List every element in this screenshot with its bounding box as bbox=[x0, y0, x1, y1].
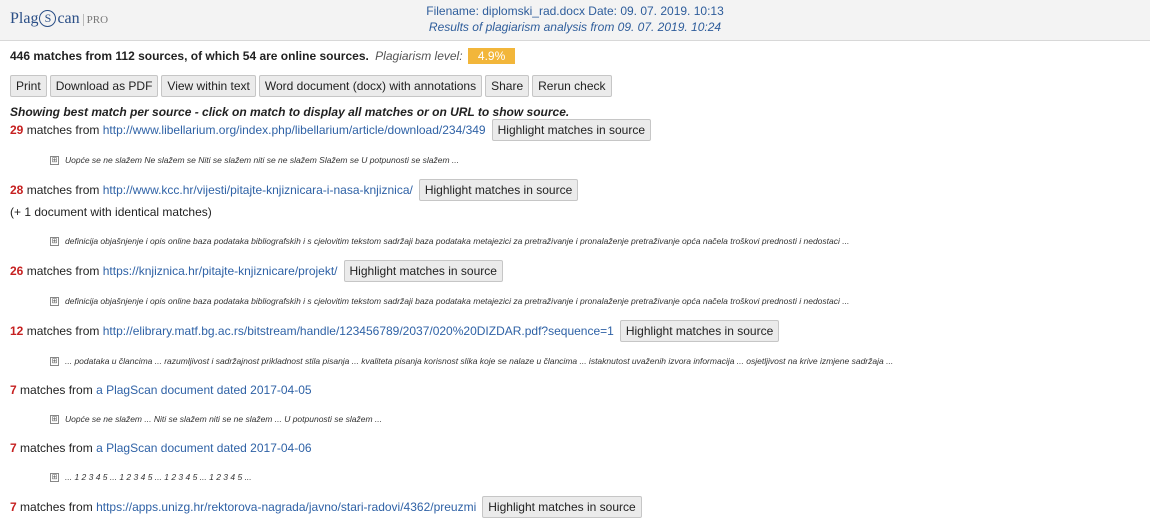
matches-from-label: matches from bbox=[26, 123, 100, 137]
match-count[interactable]: 7 bbox=[10, 441, 17, 455]
view-within-text-button[interactable]: View within text bbox=[161, 75, 256, 97]
source-link[interactable]: http://www.kcc.hr/vijesti/pitajte-knjizn… bbox=[103, 183, 413, 197]
source-entry: 7 matches from a PlagScan document dated… bbox=[10, 380, 1140, 429]
match-count[interactable]: 7 bbox=[10, 500, 17, 514]
match-excerpt: ⊞ ... 1 2 3 4 5 ... 1 2 3 4 5 ... 1 2 3 4… bbox=[50, 467, 1140, 487]
expand-icon[interactable]: ⊞ bbox=[50, 415, 59, 425]
file-info: Filename: diplomski_rad.docx Date: 09. 0… bbox=[0, 3, 1150, 35]
excerpt-text: Uopće se ne slažem ... Niti se slažem ni… bbox=[65, 414, 382, 424]
source-entry: 12 matches from http://elibrary.matf.bg.… bbox=[10, 320, 1140, 371]
plagiarism-level-badge: 4.9% bbox=[467, 48, 516, 64]
match-excerpt: ⊞ definicija objašnjenje i opis online ba… bbox=[50, 291, 1140, 311]
match-excerpt: ⊞ Uopće se ne slažem Ne slažem se Niti se… bbox=[50, 150, 1140, 170]
summary-text: 446 matches from 112 sources, of which 5… bbox=[10, 49, 369, 63]
source-header: 7 matches from a PlagScan document dated… bbox=[10, 438, 1140, 458]
source-entry: 26 matches from https://knjiznica.hr/pit… bbox=[10, 260, 1140, 311]
action-toolbar: Print Download as PDF View within text W… bbox=[10, 75, 1140, 97]
source-entry: 28 matches from http://www.kcc.hr/vijest… bbox=[10, 179, 1140, 251]
header-bar: Plag Scan PRO Filename: diplomski_rad.docx… bbox=[0, 0, 1150, 41]
matches-from-label: matches from bbox=[26, 324, 100, 338]
expand-icon[interactable]: ⊞ bbox=[50, 156, 59, 166]
excerpt-text: definicija objašnjenje i opis online baz… bbox=[65, 296, 850, 306]
match-count[interactable]: 29 bbox=[10, 123, 23, 137]
best-match-note: Showing best match per source - click on… bbox=[10, 105, 570, 119]
results-line: Results of plagiarism analysis from 09. … bbox=[428, 20, 722, 34]
expand-icon[interactable]: ⊞ bbox=[50, 237, 59, 247]
matches-from-label: matches from bbox=[20, 441, 93, 455]
source-link[interactable]: http://elibrary.matf.bg.ac.rs/bitstream/… bbox=[103, 324, 614, 338]
highlight-matches-button[interactable]: Highlight matches in source bbox=[491, 119, 652, 141]
highlight-matches-button[interactable]: Highlight matches in source bbox=[619, 320, 780, 342]
matches-from-label: matches from bbox=[26, 264, 100, 278]
share-button[interactable]: Share bbox=[485, 75, 530, 97]
match-count[interactable]: 26 bbox=[10, 264, 23, 278]
matches-from-label: matches from bbox=[26, 183, 100, 197]
excerpt-text: definicija objašnjenje i opis online baz… bbox=[65, 236, 850, 246]
source-link[interactable]: http://www.libellarium.org/index.php/lib… bbox=[103, 123, 486, 137]
expand-icon[interactable]: ⊞ bbox=[50, 297, 59, 307]
matches-from-label: matches from bbox=[20, 383, 93, 397]
matches-from-label: matches from bbox=[20, 500, 93, 514]
expand-icon[interactable]: ⊞ bbox=[50, 357, 59, 367]
source-entry: 29 matches from http://www.libellarium.o… bbox=[10, 119, 1140, 170]
source-header: 12 matches from http://elibrary.matf.bg.… bbox=[10, 320, 1140, 342]
source-link[interactable]: a PlagScan document dated 2017-04-06 bbox=[96, 441, 312, 455]
source-header: 29 matches from http://www.libellarium.o… bbox=[10, 119, 1140, 141]
expand-icon[interactable]: ⊞ bbox=[50, 473, 59, 483]
source-header: 28 matches from http://www.kcc.hr/vijest… bbox=[10, 179, 1140, 201]
source-entry: 7 matches from a PlagScan document dated… bbox=[10, 438, 1140, 487]
report-content: 446 matches from 112 sources, of which 5… bbox=[0, 48, 1150, 518]
source-header: 26 matches from https://knjiznica.hr/pit… bbox=[10, 260, 1140, 282]
excerpt-text: Uopće se ne slažem Ne slažem se Niti se … bbox=[65, 155, 459, 165]
match-count[interactable]: 7 bbox=[10, 383, 17, 397]
filename-date-line: Filename: diplomski_rad.docx Date: 09. 0… bbox=[426, 4, 724, 18]
match-count[interactable]: 28 bbox=[10, 183, 23, 197]
summary-line: 446 matches from 112 sources, of which 5… bbox=[10, 48, 1140, 64]
word-docx-annotations-button[interactable]: Word document (docx) with annotations bbox=[258, 75, 483, 97]
source-link[interactable]: a PlagScan document dated 2017-04-05 bbox=[96, 383, 312, 397]
plagiarism-level-label: Plagiarism level: bbox=[375, 49, 463, 63]
rerun-check-button[interactable]: Rerun check bbox=[532, 75, 612, 97]
source-header: 7 matches from a PlagScan document dated… bbox=[10, 380, 1140, 400]
match-excerpt: ⊞ definicija objašnjenje i opis online ba… bbox=[50, 231, 1140, 251]
highlight-matches-button[interactable]: Highlight matches in source bbox=[418, 179, 579, 201]
source-link[interactable]: https://apps.unizg.hr/rektorova-nagrada/… bbox=[96, 500, 476, 514]
source-list: 29 matches from http://www.libellarium.o… bbox=[10, 119, 1140, 518]
excerpt-text: ... podataka u člancima ... razumljivost… bbox=[65, 356, 894, 366]
match-excerpt: ⊞ ... podataka u člancima ... razumljivos… bbox=[50, 351, 1140, 371]
excerpt-text: ... 1 2 3 4 5 ... 1 2 3 4 5 ... 1 2 3 4 … bbox=[65, 472, 252, 482]
print-button[interactable]: Print bbox=[10, 75, 47, 97]
match-excerpt: ⊞ Uopće se ne slažem ... Niti se slažem n… bbox=[50, 409, 1140, 429]
match-count[interactable]: 12 bbox=[10, 324, 23, 338]
download-pdf-button[interactable]: Download as PDF bbox=[49, 75, 159, 97]
source-link[interactable]: https://knjiznica.hr/pitajte-knjiznicare… bbox=[103, 264, 338, 278]
identical-documents-note: (+ 1 document with identical matches) bbox=[10, 205, 212, 219]
highlight-matches-button[interactable]: Highlight matches in source bbox=[343, 260, 503, 282]
